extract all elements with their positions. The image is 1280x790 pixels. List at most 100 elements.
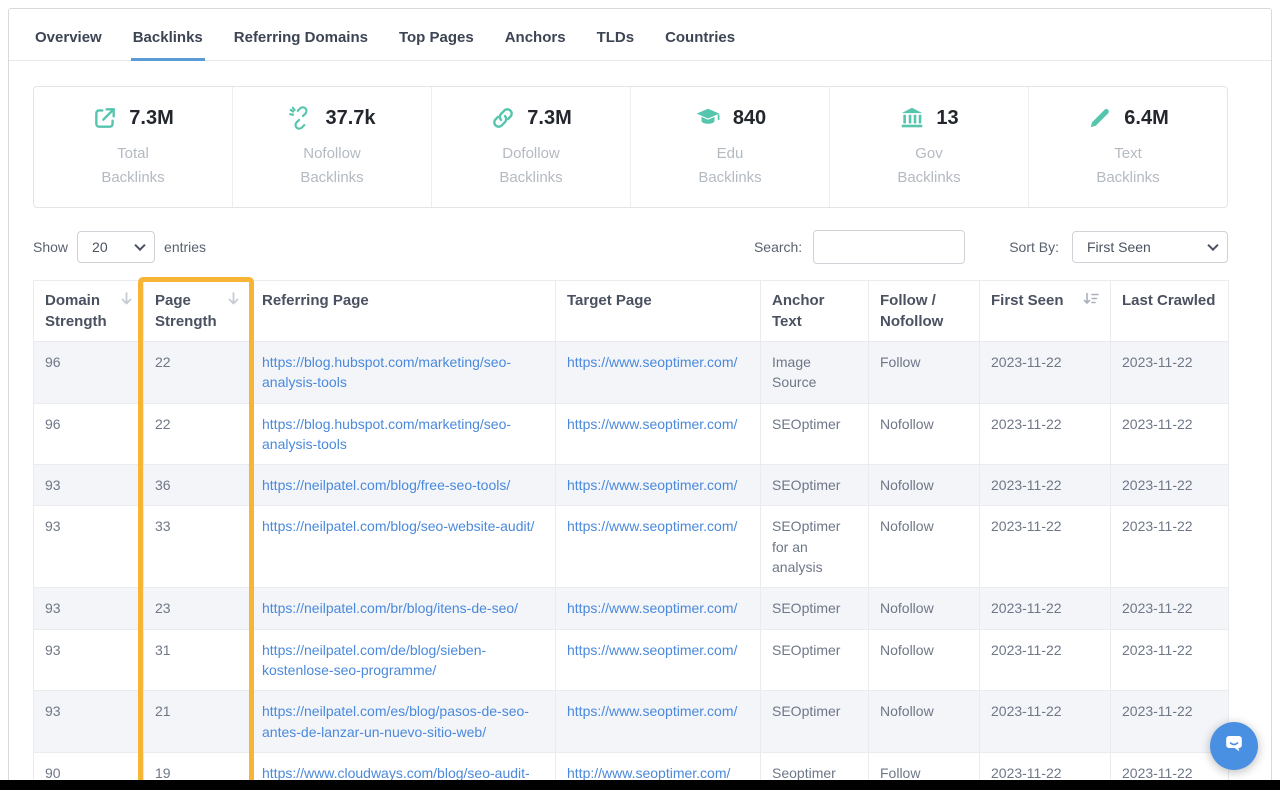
cell-first-seen: 2023-11-22: [980, 506, 1111, 588]
table-row: 9622 https://blog.hubspot.com/marketing/s…: [34, 403, 1229, 465]
cell-anchor-text: SEOptimer: [761, 588, 869, 629]
cell-anchor-text: SEOptimer: [761, 403, 869, 465]
target-page-link[interactable]: https://www.seoptimer.com/: [567, 600, 737, 616]
table-controls: Show 20 entries Search: Sort By: First S…: [33, 230, 1228, 264]
cell-last-crawled: 2023-11-22: [1111, 506, 1229, 588]
target-page-link[interactable]: https://www.seoptimer.com/: [567, 477, 737, 493]
column-header-referring-page[interactable]: Referring Page: [251, 281, 556, 342]
cell-page-strength: 33: [144, 506, 251, 588]
stat-dofollow-backlinks: 7.3M DofollowBacklinks: [431, 87, 630, 207]
referring-page-link[interactable]: https://blog.hubspot.com/marketing/seo-a…: [262, 416, 511, 452]
stat-label: DofollowBacklinks: [432, 142, 630, 189]
cell-anchor-text: SEOptimer: [761, 465, 869, 506]
cell-follow-nofollow: Nofollow: [869, 403, 980, 465]
stat-value: 7.3M: [129, 107, 173, 130]
tab-tlds[interactable]: TLDs: [595, 29, 637, 61]
cell-page-strength: 22: [144, 342, 251, 404]
cell-first-seen: 2023-11-22: [980, 465, 1111, 506]
stat-edu-backlinks: 840 EduBacklinks: [630, 87, 829, 207]
entries-select[interactable]: 20: [77, 231, 155, 263]
tab-overview[interactable]: Overview: [33, 29, 104, 61]
cell-domain-strength: 93: [34, 506, 144, 588]
target-page-link[interactable]: http://www.seoptimer.com/: [567, 765, 730, 781]
table-row: 9336 https://neilpatel.com/blog/free-seo-…: [34, 465, 1229, 506]
referring-page-link[interactable]: https://neilpatel.com/blog/seo-website-a…: [262, 518, 534, 534]
table-header-row: Domain Strength Page Strength Referring …: [34, 281, 1229, 342]
target-page-link[interactable]: https://www.seoptimer.com/: [567, 703, 737, 719]
search-label: Search:: [754, 239, 802, 255]
cell-anchor-text: SEOptimer: [761, 691, 869, 753]
cell-anchor-text: Image Source: [761, 342, 869, 404]
cell-target-page: https://www.seoptimer.com/: [556, 691, 761, 753]
tab-countries[interactable]: Countries: [663, 29, 737, 61]
cell-domain-strength: 93: [34, 629, 144, 691]
chat-launcher-button[interactable]: [1210, 722, 1258, 770]
external-link-icon: [92, 105, 118, 131]
graduation-cap-icon: [694, 105, 722, 131]
cell-first-seen: 2023-11-22: [980, 403, 1111, 465]
referring-page-link[interactable]: https://neilpatel.com/de/blog/sieben-kos…: [262, 642, 486, 678]
cell-follow-nofollow: Nofollow: [869, 691, 980, 753]
bottom-letterbox-bar: [0, 780, 1280, 790]
main-panel: Overview Backlinks Referring Domains Top…: [8, 8, 1272, 785]
cell-follow-nofollow: Follow: [869, 342, 980, 404]
stat-label: GovBacklinks: [830, 142, 1028, 189]
stat-label: EduBacklinks: [631, 142, 829, 189]
referring-page-link[interactable]: https://neilpatel.com/br/blog/itens-de-s…: [262, 600, 518, 616]
target-page-link[interactable]: https://www.seoptimer.com/: [567, 354, 737, 370]
cell-first-seen: 2023-11-22: [980, 588, 1111, 629]
tab-referring-domains[interactable]: Referring Domains: [232, 29, 370, 61]
cell-first-seen: 2023-11-22: [980, 342, 1111, 404]
cell-referring-page: https://blog.hubspot.com/marketing/seo-a…: [251, 403, 556, 465]
search-input[interactable]: [813, 230, 965, 264]
sort-by-select[interactable]: First Seen: [1072, 231, 1228, 263]
cell-anchor-text: SEOptimer: [761, 629, 869, 691]
referring-page-link[interactable]: https://neilpatel.com/es/blog/pasos-de-s…: [262, 703, 529, 739]
cell-follow-nofollow: Nofollow: [869, 465, 980, 506]
stat-label: NofollowBacklinks: [233, 142, 431, 189]
column-header-follow-nofollow[interactable]: Follow / Nofollow: [869, 281, 980, 342]
column-header-last-crawled[interactable]: Last Crawled: [1111, 281, 1229, 342]
chat-bubble-icon: [1222, 732, 1246, 761]
target-page-link[interactable]: https://www.seoptimer.com/: [567, 416, 737, 432]
pencil-icon: [1087, 105, 1113, 131]
target-page-link[interactable]: https://www.seoptimer.com/: [567, 518, 737, 534]
target-page-link[interactable]: https://www.seoptimer.com/: [567, 642, 737, 658]
stat-value: 7.3M: [527, 107, 571, 130]
cell-domain-strength: 93: [34, 465, 144, 506]
cell-page-strength: 22: [144, 403, 251, 465]
column-header-domain-strength[interactable]: Domain Strength: [34, 281, 144, 342]
table-row: 9333 https://neilpatel.com/blog/seo-websi…: [34, 506, 1229, 588]
link-icon: [490, 105, 516, 131]
cell-follow-nofollow: Nofollow: [869, 629, 980, 691]
broken-link-icon: [288, 105, 314, 131]
column-header-target-page[interactable]: Target Page: [556, 281, 761, 342]
column-header-anchor-text[interactable]: Anchor Text: [761, 281, 869, 342]
cell-domain-strength: 96: [34, 403, 144, 465]
cell-first-seen: 2023-11-22: [980, 629, 1111, 691]
show-label: Show: [33, 239, 68, 255]
cell-referring-page: https://neilpatel.com/br/blog/itens-de-s…: [251, 588, 556, 629]
cell-page-strength: 21: [144, 691, 251, 753]
tab-top-pages[interactable]: Top Pages: [397, 29, 476, 61]
table-row: 9321https://neilpatel.com/es/blog/pasos-…: [34, 691, 1229, 753]
cell-page-strength: 36: [144, 465, 251, 506]
table-row: 9323https://neilpatel.com/br/blog/itens-…: [34, 588, 1229, 629]
tab-backlinks[interactable]: Backlinks: [131, 29, 205, 61]
entries-label: entries: [164, 239, 206, 255]
cell-referring-page: https://neilpatel.com/blog/seo-website-a…: [251, 506, 556, 588]
tab-anchors[interactable]: Anchors: [503, 29, 568, 61]
cell-anchor-text: SEOptimer for an analysis: [761, 506, 869, 588]
column-header-page-strength[interactable]: Page Strength: [144, 281, 251, 342]
stat-total-backlinks: 7.3M TotalBacklinks: [34, 87, 232, 207]
column-header-first-seen[interactable]: First Seen: [980, 281, 1111, 342]
stat-text-backlinks: 6.4M TextBacklinks: [1028, 87, 1227, 207]
backlink-stats-box: 7.3M TotalBacklinks 37.7k: [33, 86, 1228, 208]
referring-page-link[interactable]: https://blog.hubspot.com/marketing/seo-a…: [262, 354, 511, 390]
referring-page-link[interactable]: https://neilpatel.com/blog/free-seo-tool…: [262, 477, 510, 493]
cell-last-crawled: 2023-11-22: [1111, 588, 1229, 629]
cell-target-page: https://www.seoptimer.com/: [556, 506, 761, 588]
cell-domain-strength: 93: [34, 588, 144, 629]
stat-nofollow-backlinks: 37.7k NofollowBacklinks: [232, 87, 431, 207]
cell-target-page: https://www.seoptimer.com/: [556, 629, 761, 691]
